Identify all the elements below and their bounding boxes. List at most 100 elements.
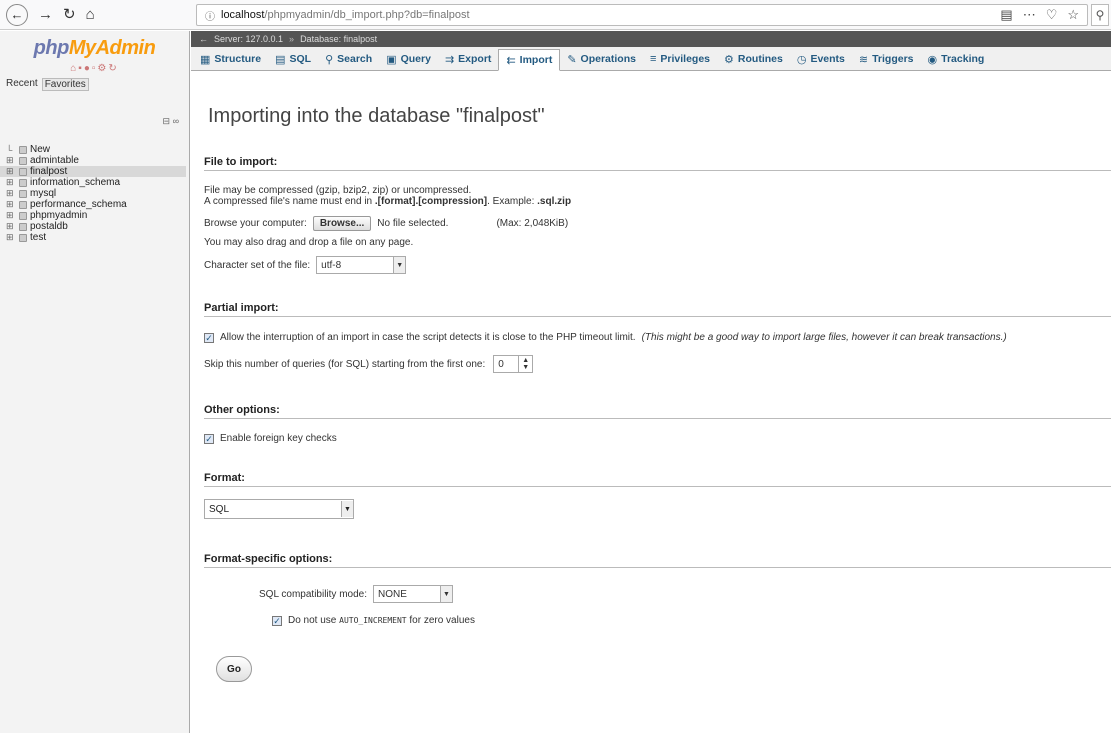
reload-icon[interactable]: ↻: [63, 7, 76, 22]
tab-events[interactable]: ◷ Events: [790, 48, 852, 70]
new-db-icon[interactable]: └: [6, 145, 16, 155]
tree-item-label: finalpost: [30, 166, 68, 177]
privileges-icon: ≡: [649, 53, 657, 65]
routines-icon: ⚙: [724, 53, 734, 66]
allow-interrupt-checkbox[interactable]: ✓: [204, 332, 214, 343]
url-path: /phpmyadmin/db_import.php?db=finalpost: [264, 9, 470, 21]
tree-item[interactable]: └ New: [6, 144, 186, 155]
charset-label: Character set of the file:: [204, 259, 311, 271]
collapse-all-icon[interactable]: ⊟ ∞: [163, 116, 179, 127]
charset-row: Character set of the file: utf-8 ▼: [204, 256, 1111, 274]
tab-label: Search: [337, 53, 373, 65]
expand-icon[interactable]: ⊞: [6, 221, 16, 232]
format-select[interactable]: SQL ▼: [204, 499, 354, 519]
partial-import-heading: Partial import:: [204, 302, 1111, 317]
help-icon[interactable]: ●: [84, 63, 92, 74]
tab-label: Events: [810, 53, 845, 65]
tab-label: Operations: [580, 53, 636, 65]
breadcrumb-database[interactable]: Database: finalpost: [300, 34, 377, 44]
no-auto-increment-checkbox[interactable]: ✓: [272, 615, 282, 626]
search-icon[interactable]: ⚲: [1091, 4, 1109, 26]
tree-item[interactable]: ⊞ mysql: [6, 188, 186, 199]
reload-nav-icon[interactable]: ↻: [108, 63, 118, 74]
pocket-icon[interactable]: ♡: [1046, 7, 1058, 23]
phpmyadmin-logo[interactable]: phpMyAdmin: [0, 31, 189, 60]
tab-import[interactable]: ⇇ Import: [498, 49, 561, 71]
tree-item[interactable]: ⊞ performance_schema: [6, 199, 186, 210]
expand-icon[interactable]: ⊞: [6, 188, 16, 199]
tab-bar: ▦ Structure ▤ SQL ⚲ Search ▣ Query ⇉ Export ⇇ Impor…: [191, 47, 1111, 71]
foreign-keys-row: ✓ Enable foreign key checks: [204, 433, 1111, 444]
drag-drop-hint: You may also drag and drop a file on any…: [204, 237, 414, 248]
tree-item-label: New: [30, 144, 51, 155]
tab-label: Query: [400, 53, 431, 65]
tab-sql[interactable]: ▤ SQL: [268, 48, 318, 70]
database-tree: └ New ⊞ admintable ⊞ finalpost ⊞ information_sc…: [0, 144, 186, 243]
tab-label: Import: [519, 54, 553, 66]
compat-select[interactable]: NONE ▼: [373, 585, 454, 603]
tab-structure[interactable]: ▦ Structure: [193, 48, 268, 70]
favorites-tab[interactable]: Favorites: [41, 78, 89, 91]
address-bar[interactable]: ⓘ localhost/phpmyadmin/db_import.php?db=…: [196, 4, 1088, 26]
breadcrumb-server[interactable]: Server: 127.0.0.1: [214, 34, 283, 44]
home-icon[interactable]: ⌂: [86, 7, 95, 22]
address-bar-actions: ▤ ⋯ ♡ ☆: [1000, 7, 1079, 23]
tree-item-label: performance_schema: [30, 199, 127, 210]
expand-icon[interactable]: ⊞: [6, 232, 16, 243]
settings-icon[interactable]: ⚙: [97, 63, 108, 74]
foreign-keys-checkbox[interactable]: ✓: [204, 433, 214, 444]
tab-triggers[interactable]: ≋ Triggers: [852, 48, 921, 70]
expand-icon[interactable]: ⊞: [6, 177, 16, 188]
tab-label: Structure: [214, 53, 262, 65]
go-row: Go: [216, 656, 1111, 682]
reader-view-icon[interactable]: ▤: [1000, 7, 1012, 23]
tree-item[interactable]: ⊞ information_schema: [6, 177, 186, 188]
import-icon: ⇇: [506, 54, 516, 67]
tab-privileges[interactable]: ≡ Privileges: [643, 48, 717, 70]
tab-tracking[interactable]: ◉ Tracking: [921, 48, 992, 70]
database-icon: [19, 178, 27, 187]
tree-item[interactable]: ⊞ finalpost: [0, 166, 186, 177]
collapse-arrow-icon[interactable]: ←: [199, 34, 208, 44]
import-form: Importing into the database "finalpost" …: [191, 105, 1111, 682]
tab-query[interactable]: ▣ Query: [379, 48, 438, 70]
allow-interrupt-note: (This might be a good way to import larg…: [641, 332, 1007, 343]
tab-search[interactable]: ⚲ Search: [318, 48, 379, 70]
tab-export[interactable]: ⇉ Export: [438, 48, 498, 70]
spinner-icon[interactable]: ▲ ▼: [518, 356, 532, 372]
search-icon: ⚲: [325, 53, 334, 66]
database-icon: [19, 145, 27, 154]
compression-info: File may be compressed (gzip, bzip2, zip…: [204, 185, 472, 196]
tree-item[interactable]: ⊞ phpmyadmin: [6, 210, 186, 221]
expand-icon[interactable]: ⊞: [6, 166, 16, 177]
forward-icon[interactable]: →: [38, 7, 53, 22]
tree-item-label: test: [30, 232, 47, 243]
expand-icon[interactable]: ⊞: [6, 210, 16, 221]
browse-button[interactable]: Browse...: [312, 216, 372, 231]
tab-label: Tracking: [941, 53, 985, 65]
page-actions-icon[interactable]: ⋯: [1023, 7, 1036, 23]
browse-label: Browse your computer:: [204, 218, 307, 229]
recent-tab[interactable]: Recent: [6, 78, 38, 91]
back-icon[interactable]: ←: [6, 3, 28, 26]
bookmark-star-icon[interactable]: ☆: [1067, 7, 1079, 23]
go-button[interactable]: Go: [216, 656, 252, 682]
tab-routines[interactable]: ⚙ Routines: [717, 48, 790, 70]
tree-item-label: admintable: [30, 155, 79, 166]
expand-icon[interactable]: ⊞: [6, 155, 16, 166]
tab-operations[interactable]: ✎ Operations: [560, 48, 643, 70]
tree-item[interactable]: ⊞ test: [6, 232, 186, 243]
tree-item[interactable]: ⊞ admintable: [6, 155, 186, 166]
structure-icon: ▦: [200, 53, 211, 66]
tree-item-label: mysql: [30, 188, 57, 199]
skip-queries-input[interactable]: 0 ▲ ▼: [493, 355, 534, 373]
skip-queries-label: Skip this number of queries (for SQL) st…: [204, 358, 486, 370]
info-icon[interactable]: ⓘ: [205, 8, 215, 23]
url-host: localhost: [221, 9, 265, 21]
charset-select[interactable]: utf-8 ▼: [316, 256, 407, 274]
database-icon: [19, 222, 27, 231]
expand-icon[interactable]: ⊞: [6, 199, 16, 210]
tree-item[interactable]: ⊞ postaldb: [6, 221, 186, 232]
max-size: (Max: 2,048KiB): [496, 218, 569, 229]
sidebar-quick-icons: ⌂▪●▫⚙↻: [0, 63, 189, 74]
